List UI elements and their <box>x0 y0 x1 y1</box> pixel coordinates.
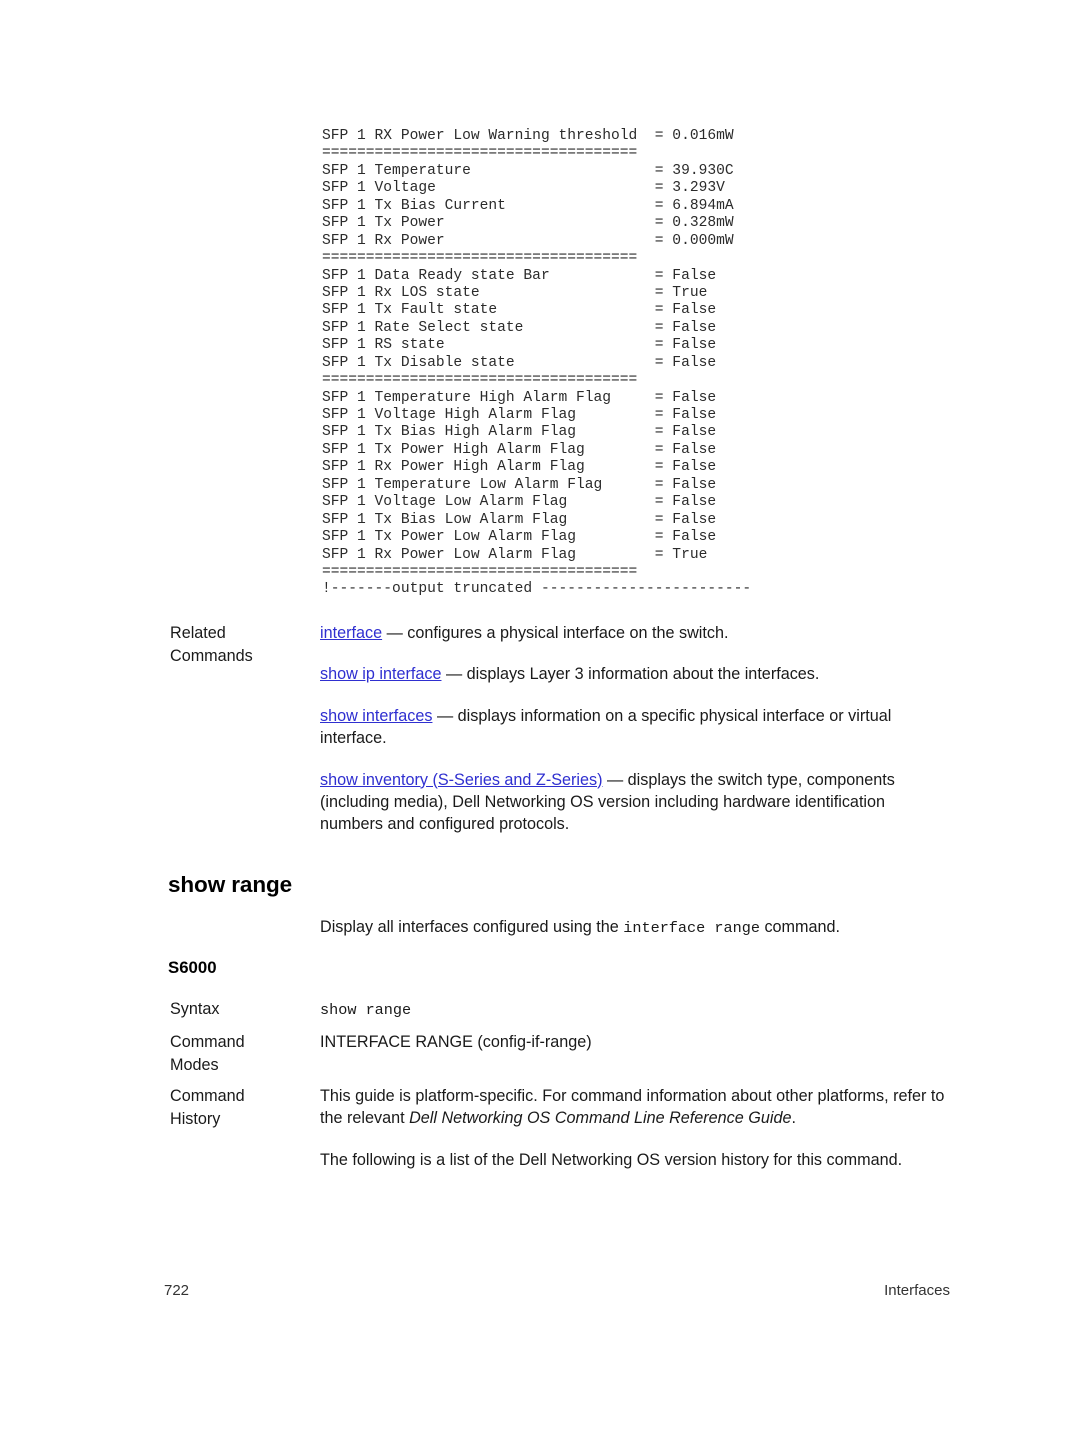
cli-output-line: SFP 1 Tx Power = 0.328mW <box>322 215 734 232</box>
syntax-body: show range <box>320 998 950 1021</box>
command-history-p1-after: . <box>791 1109 796 1128</box>
page-title: show range <box>168 872 293 897</box>
related-command-entry-show-interfaces: show interfaces — displays information o… <box>320 705 950 750</box>
footer-page-number: 722 <box>164 1282 190 1299</box>
syntax-label: Syntax <box>170 1000 220 1018</box>
command-modes-body: INTERFACE RANGE (config-if-range) <box>320 1033 592 1051</box>
cli-output-line: SFP 1 Temperature = 39.930C <box>322 162 734 179</box>
command-history-book-reference: Dell Networking OS Command Line Referenc… <box>409 1109 792 1128</box>
command-modes-label-line2: Modes <box>170 1055 219 1074</box>
link-show-inventory[interactable]: show inventory (S-Series and Z-Series) <box>320 771 602 789</box>
cli-output-line: SFP 1 Data Ready state Bar = False <box>322 267 717 284</box>
link-interface[interactable]: interface <box>320 624 382 642</box>
related-command-entry-show-inventory: show inventory (S-Series and Z-Series) —… <box>320 769 950 836</box>
platform-heading: S6000 <box>168 958 217 977</box>
command-history-label-line1: Command <box>170 1087 245 1105</box>
command-description-after: command. <box>759 918 841 936</box>
footer-section-title: Interfaces <box>884 1282 950 1299</box>
command-modes-label-line1: Command <box>170 1033 245 1051</box>
cli-output-line: ==================================== <box>322 250 638 267</box>
related-commands-label-line1: Related <box>170 624 226 642</box>
cli-output-line: SFP 1 Temperature High Alarm Flag = Fals… <box>322 389 717 406</box>
related-commands-label: Related Commands <box>170 622 315 667</box>
cli-output-line: SFP 1 Tx Disable state = False <box>322 354 717 371</box>
command-description-code: interface range <box>623 919 760 937</box>
cli-output-line: SFP 1 Voltage = 3.293V <box>322 180 725 197</box>
syntax-value: show range <box>320 1001 412 1019</box>
related-command-desc-1: — displays Layer 3 information about the… <box>441 665 820 684</box>
cli-output-line: SFP 1 Tx Bias Current = 6.894mA <box>322 197 734 214</box>
command-description: Display all interfaces configured using … <box>320 916 960 939</box>
related-commands-body: interface — configures a physical interf… <box>320 622 950 836</box>
cli-output-line: SFP 1 Rx Power High Alarm Flag = False <box>322 459 717 476</box>
command-modes-label: Command Modes <box>170 1031 315 1076</box>
cli-output-line: SFP 1 Voltage High Alarm Flag = False <box>322 407 717 423</box>
cli-output-line: SFP 1 Tx Bias High Alarm Flag = False <box>322 424 717 441</box>
cli-output-line: SFP 1 Rate Select state = False <box>322 319 717 336</box>
cli-output-line: SFP 1 RX Power Low Warning threshold = 0… <box>322 128 734 144</box>
cli-output-line: SFP 1 RS state = False <box>322 337 717 354</box>
cli-output-block: SFP 1 RX Power Low Warning threshold = 0… <box>322 128 751 599</box>
link-show-interfaces[interactable]: show interfaces <box>320 707 432 725</box>
cli-output-line: SFP 1 Temperature Low Alarm Flag = False <box>322 476 717 493</box>
link-show-ip-interface[interactable]: show ip interface <box>320 665 441 683</box>
related-command-desc-0: — configures a physical interface on the… <box>382 624 729 642</box>
command-history-label: Command History <box>170 1085 315 1130</box>
related-command-entry-interface: interface — configures a physical interf… <box>320 622 950 644</box>
command-history-paragraph-2: The following is a list of the Dell Netw… <box>320 1150 903 1169</box>
cli-output-line: SFP 1 Rx Power Low Alarm Flag = True <box>322 546 708 563</box>
cli-output-line: SFP 1 Tx Power High Alarm Flag = False <box>322 441 717 458</box>
command-history-paragraph-1: This guide is platform-specific. For com… <box>320 1085 950 1130</box>
cli-output-line: SFP 1 Rx LOS state = True <box>322 284 708 301</box>
cli-output-line: SFP 1 Tx Power Low Alarm Flag = False <box>322 529 717 546</box>
command-history-label-line2: History <box>170 1109 221 1128</box>
document-page: SFP 1 RX Power Low Warning threshold = 0… <box>0 0 1080 1434</box>
command-history-body: This guide is platform-specific. For com… <box>320 1085 950 1171</box>
related-command-entry-show-ip-interface: show ip interface — displays Layer 3 inf… <box>320 663 950 685</box>
cli-output-line: SFP 1 Voltage Low Alarm Flag = False <box>322 494 717 511</box>
cli-output-line: ==================================== <box>322 563 638 580</box>
cli-output-line: ==================================== <box>322 372 638 389</box>
cli-output-line: SFP 1 Tx Bias Low Alarm Flag = False <box>322 511 717 528</box>
cli-output-line: !-------output truncated ---------------… <box>322 581 752 598</box>
cli-output-line: SFP 1 Rx Power = 0.000mW <box>322 232 734 249</box>
command-description-before: Display all interfaces configured using … <box>320 918 624 936</box>
cli-output-line: ==================================== <box>322 145 638 162</box>
cli-output-line: SFP 1 Tx Fault state = False <box>322 302 717 319</box>
related-commands-label-line2: Commands <box>170 646 253 665</box>
